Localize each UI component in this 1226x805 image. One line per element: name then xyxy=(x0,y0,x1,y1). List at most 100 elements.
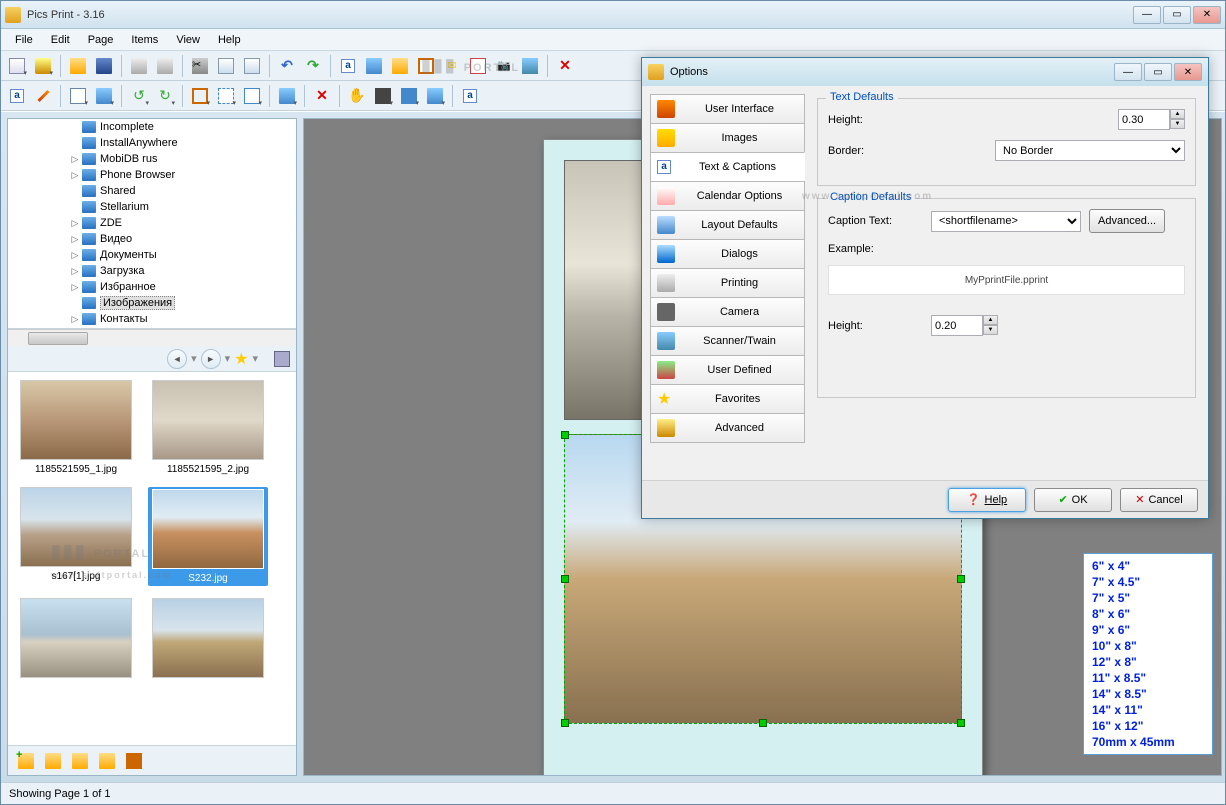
help-button[interactable]: ❓Help xyxy=(948,488,1026,512)
print-button[interactable] xyxy=(127,54,151,78)
advanced-button[interactable]: Advanced... xyxy=(1089,209,1165,233)
pan-button[interactable]: ✋ xyxy=(345,84,369,108)
add-frame-button[interactable] xyxy=(414,54,438,78)
ok-button[interactable]: ✔OK xyxy=(1034,488,1112,512)
size-option[interactable]: 7" x 4.5" xyxy=(1092,574,1204,590)
thumbnail-grid[interactable]: 1185521595_1.jpg1185521595_2.jpgs167[1].… xyxy=(8,372,296,745)
dialog-minimize-button[interactable]: — xyxy=(1114,63,1142,81)
options-tab[interactable]: Layout Defaults xyxy=(650,210,805,240)
menu-items[interactable]: Items xyxy=(123,32,166,48)
options-tab[interactable]: Printing xyxy=(650,268,805,298)
grid-button[interactable] xyxy=(397,84,421,108)
caption-height-input[interactable] xyxy=(931,315,983,336)
size-option[interactable]: 8" x 6" xyxy=(1092,606,1204,622)
thumbnail[interactable]: s167[1].jpg xyxy=(16,487,136,586)
favorite-icon[interactable]: ★ xyxy=(234,349,248,369)
add-image-button[interactable] xyxy=(362,54,386,78)
folder-tree[interactable]: IncompleteInstallAnywhere▷MobiDB rus▷Pho… xyxy=(8,119,296,329)
thumbnail[interactable] xyxy=(148,598,268,682)
cut-button[interactable]: ✂ xyxy=(188,54,212,78)
options-tab[interactable]: User Defined xyxy=(650,355,805,385)
rotate-right-button[interactable]: ↻ xyxy=(153,84,177,108)
film-button[interactable] xyxy=(371,84,395,108)
thumbnail[interactable]: S232.jpg xyxy=(148,487,268,586)
nav-next-button[interactable]: ► xyxy=(201,349,221,369)
caption-button[interactable]: a xyxy=(458,84,482,108)
paste-button[interactable] xyxy=(240,54,264,78)
size-option[interactable]: 9" x 6" xyxy=(1092,622,1204,638)
scanner-button[interactable] xyxy=(518,54,542,78)
new-button[interactable] xyxy=(5,54,29,78)
folders-button[interactable] xyxy=(68,749,92,773)
view-mode-icon[interactable] xyxy=(274,351,290,367)
size-option[interactable]: 11" x 8.5" xyxy=(1092,670,1204,686)
remove-button[interactable]: ✕ xyxy=(310,84,334,108)
tree-item[interactable]: ▷Phone Browser xyxy=(8,167,296,183)
menu-edit[interactable]: Edit xyxy=(43,32,78,48)
tree-item[interactable]: ▷Видео xyxy=(8,231,296,247)
nav-prev-button[interactable]: ◄ xyxy=(167,349,187,369)
thumbnail[interactable]: 1185521595_1.jpg xyxy=(16,380,136,475)
size-option[interactable]: 12" x 8" xyxy=(1092,654,1204,670)
options-tab[interactable]: Calendar Options xyxy=(650,181,805,211)
undo-button[interactable]: ↶ xyxy=(275,54,299,78)
save-button[interactable] xyxy=(92,54,116,78)
wizard-button[interactable] xyxy=(31,54,55,78)
dialog-close-button[interactable]: ✕ xyxy=(1174,63,1202,81)
size-option[interactable]: 16" x 12" xyxy=(1092,718,1204,734)
copy-button[interactable] xyxy=(214,54,238,78)
maximize-button[interactable]: ▭ xyxy=(1163,6,1191,24)
size-option[interactable]: 10" x 8" xyxy=(1092,638,1204,654)
options-tab[interactable]: aText & Captions xyxy=(650,152,805,182)
camera-button[interactable]: 📷 xyxy=(492,54,516,78)
options-tab[interactable]: Scanner/Twain xyxy=(650,326,805,356)
size-option[interactable]: 70mm x 45mm xyxy=(1092,734,1204,750)
slides-button[interactable] xyxy=(423,84,447,108)
rotate-left-button[interactable]: ↺ xyxy=(127,84,151,108)
print-preview-button[interactable] xyxy=(153,54,177,78)
options-tab[interactable]: User Interface xyxy=(650,94,805,124)
add-thumb-button[interactable]: + xyxy=(14,749,38,773)
tree-item[interactable]: ▷Контакты xyxy=(8,311,296,327)
size-option[interactable]: 14" x 8.5" xyxy=(1092,686,1204,702)
size-option[interactable]: 7" x 5" xyxy=(1092,590,1204,606)
close-button[interactable]: ✕ xyxy=(1193,6,1221,24)
tiles-button[interactable] xyxy=(122,749,146,773)
cancel-button[interactable]: ✕Cancel xyxy=(1120,488,1198,512)
caption-text-select[interactable]: <shortfilename> xyxy=(931,211,1081,232)
thumbnail[interactable] xyxy=(16,598,136,682)
tree-item[interactable]: Incomplete xyxy=(8,119,296,135)
caption-height-spinner[interactable]: ▲▼ xyxy=(983,315,998,336)
tree-item[interactable]: ▷MobiDB rus xyxy=(8,151,296,167)
size-option[interactable]: 6" x 4" xyxy=(1092,558,1204,574)
text-height-input[interactable] xyxy=(1118,109,1170,130)
crop-button[interactable] xyxy=(188,84,212,108)
border-select[interactable]: No Border xyxy=(995,140,1185,161)
size-option[interactable]: 14" x 11" xyxy=(1092,702,1204,718)
text-height-spinner[interactable]: ▲▼ xyxy=(1170,109,1185,130)
add-text-button[interactable]: a xyxy=(336,54,360,78)
theme-button[interactable] xyxy=(92,84,116,108)
add-thumb2-button[interactable] xyxy=(41,749,65,773)
tree-item[interactable]: ▷ZDE xyxy=(8,215,296,231)
mail-button[interactable]: ✉ xyxy=(440,54,464,78)
tree-item[interactable]: ▷Документы xyxy=(8,247,296,263)
tree-item[interactable]: Изображения xyxy=(8,295,296,311)
options-tab[interactable]: Dialogs xyxy=(650,239,805,269)
menu-file[interactable]: File xyxy=(7,32,41,48)
options-tab[interactable]: Camera xyxy=(650,297,805,327)
menu-view[interactable]: View xyxy=(168,32,208,48)
open-button[interactable] xyxy=(66,54,90,78)
dialog-maximize-button[interactable]: ▭ xyxy=(1144,63,1172,81)
options-tab[interactable]: Advanced xyxy=(650,413,805,443)
options-tab[interactable]: Images xyxy=(650,123,805,153)
minimize-button[interactable]: — xyxy=(1133,6,1161,24)
redo-button[interactable]: ↷ xyxy=(301,54,325,78)
tree-scrollbar[interactable] xyxy=(8,329,296,346)
pencil-tool-button[interactable] xyxy=(31,84,55,108)
tree-item[interactable]: InstallAnywhere xyxy=(8,135,296,151)
layout-button[interactable] xyxy=(66,84,90,108)
fit-button[interactable] xyxy=(240,84,264,108)
effects-button[interactable] xyxy=(275,84,299,108)
delete-button[interactable]: ✕ xyxy=(553,54,577,78)
